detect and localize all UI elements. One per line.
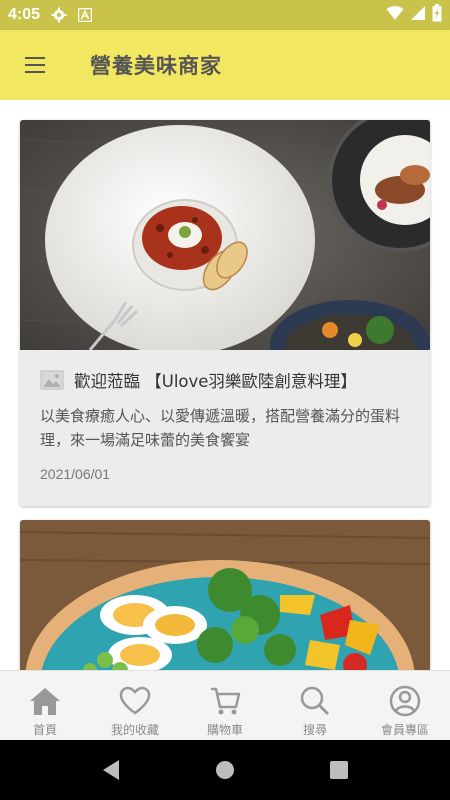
font-a-icon — [76, 6, 94, 24]
home-button[interactable] — [168, 740, 282, 800]
signal-icon — [410, 5, 426, 25]
search-icon — [298, 685, 332, 717]
account-icon — [388, 685, 422, 717]
cart-icon — [208, 685, 242, 717]
card-image — [20, 520, 430, 670]
nav-label: 我的收藏 — [110, 723, 159, 737]
system-navigation-bar — [0, 740, 450, 800]
nav-item-cart[interactable]: 購物車 — [180, 671, 270, 741]
nav-label: 首頁 — [32, 723, 57, 737]
store-card[interactable]: 歡迎蒞臨 【Ulove羽樂歐陸創意料理】 以美食療癒人心、以愛傳遞溫暖，搭配營養… — [20, 120, 430, 506]
recents-square-icon — [330, 761, 348, 779]
nav-label: 搜尋 — [302, 723, 327, 737]
card-image — [20, 120, 430, 350]
heart-icon — [118, 685, 152, 717]
nav-item-account[interactable]: 會員專區 — [360, 671, 450, 741]
nav-label: 會員專區 — [380, 723, 429, 737]
image-icon — [40, 369, 64, 391]
recents-button[interactable] — [282, 740, 396, 800]
card-title: 歡迎蒞臨 【Ulove羽樂歐陸創意料理】 — [74, 372, 357, 391]
wifi-icon — [386, 5, 404, 25]
home-icon — [28, 685, 62, 717]
status-bar: 4:05 — [0, 0, 450, 30]
card-description: 以美食療癒人心、以愛傳遞溫暖，搭配營養滿分的蛋料理，來一場滿足味蕾的美食饗宴 — [40, 407, 401, 449]
content-feed[interactable]: 歡迎蒞臨 【Ulove羽樂歐陸創意料理】 以美食療癒人心、以愛傳遞溫暖，搭配營養… — [0, 100, 450, 670]
app-title: 營養美味商家 — [90, 54, 222, 78]
store-card[interactable] — [20, 520, 430, 670]
menu-button[interactable] — [0, 30, 70, 100]
back-triangle-icon — [103, 760, 119, 780]
gear-icon — [50, 6, 68, 24]
nav-item-search[interactable]: 搜尋 — [270, 671, 360, 741]
app-bar: 營養美味商家 — [0, 30, 450, 100]
back-button[interactable] — [54, 740, 168, 800]
status-time: 4:05 — [8, 6, 41, 23]
hamburger-menu-icon — [25, 57, 45, 73]
nav-label: 購物車 — [206, 723, 243, 737]
battery-charging-icon — [432, 4, 442, 26]
nav-item-home[interactable]: 首頁 — [0, 671, 90, 741]
home-circle-icon — [216, 761, 234, 779]
card-date: 2021/06/01 — [40, 466, 111, 482]
nav-item-favorites[interactable]: 我的收藏 — [90, 671, 180, 741]
bottom-navigation: 首頁 我的收藏 購物車 搜尋 會員專區 — [0, 670, 450, 740]
